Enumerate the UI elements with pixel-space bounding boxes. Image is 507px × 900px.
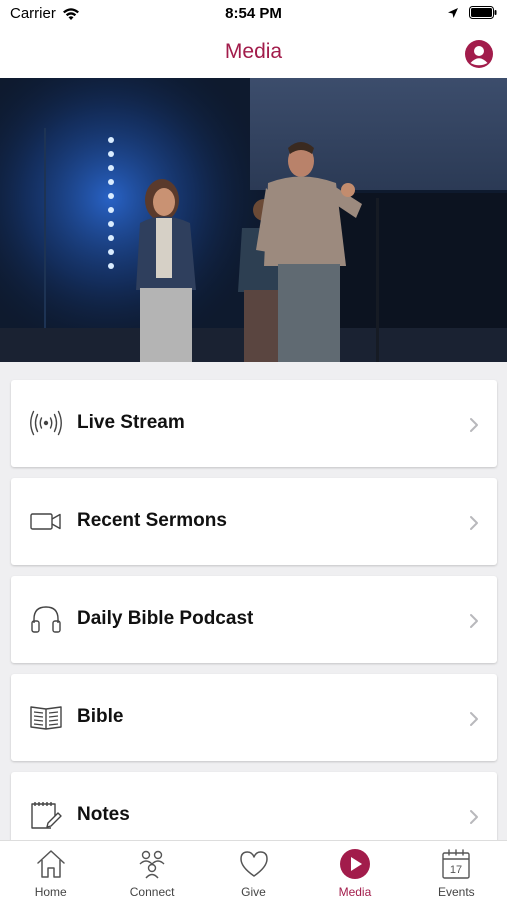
profile-icon[interactable] [465,40,493,68]
calendar-icon: 17 [442,849,471,879]
chevron-right-icon [470,614,478,628]
menu-item-live-stream[interactable]: Live Stream [11,380,497,467]
tab-label-give: Give [241,885,266,899]
status-bar: Carrier 8:54 PM [0,0,507,28]
play-icon [339,849,370,879]
tab-give[interactable]: Give [203,841,304,900]
tab-bar: Home Connect Give Media 17 Events [0,840,507,900]
chevron-right-icon [470,516,478,530]
heart-icon [239,851,268,877]
tab-label-home: Home [34,885,67,899]
tab-label-events: Events [437,885,475,899]
menu-item-daily-bible-podcast[interactable]: Daily Bible Podcast [11,576,497,663]
tab-media[interactable]: Media [304,841,405,900]
headphones-icon [31,606,61,633]
location-arrow-icon [448,7,458,18]
page-title: Media [224,40,283,63]
chevron-right-icon [470,712,478,726]
chevron-right-icon [470,810,478,824]
book-icon [30,706,62,730]
hero-image [0,78,507,362]
tab-home[interactable]: Home [0,841,101,900]
media-menu-list: Live Stream Recent Sermons Daily Bible P… [11,380,497,870]
chevron-right-icon [470,418,478,432]
menu-label-notes: Notes [77,804,130,825]
menu-label-recent-sermons: Recent Sermons [77,510,227,531]
tab-events[interactable]: 17 Events [406,841,507,900]
video-camera-icon [30,513,61,530]
menu-item-recent-sermons[interactable]: Recent Sermons [11,478,497,565]
tab-label-connect: Connect [129,885,175,899]
menu-label-bible: Bible [77,706,124,727]
tab-label-media: Media [338,885,372,899]
notes-icon [31,802,62,829]
menu-label-daily-bible-podcast: Daily Bible Podcast [77,608,254,629]
svg-text:17: 17 [450,864,462,876]
live-stream-icon [30,410,62,436]
status-right-group [447,6,497,19]
menu-label-live-stream: Live Stream [77,412,185,433]
people-icon [139,850,165,879]
battery-icon [469,6,497,19]
status-time: 8:54 PM [225,5,282,22]
menu-item-bible[interactable]: Bible [11,674,497,761]
home-icon [36,850,65,878]
nav-bar: Media [0,28,507,78]
tab-connect[interactable]: Connect [101,841,202,900]
